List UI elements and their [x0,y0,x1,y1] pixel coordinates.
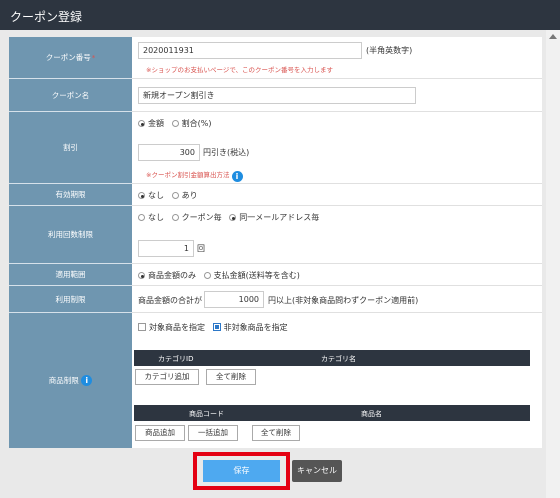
coupon-name-label: クーポン名 [9,79,132,112]
category-name-header: カテゴリ名 [321,355,356,363]
coupon-code-note: (半角英数字) [366,46,413,55]
discount-cell: 金額 割合(%) 300 円引き(税込) ※クーポン割引金額算出方法 i [132,112,542,184]
scope-product-radio[interactable]: 商品金額のみ [138,271,196,280]
product-bulk-add-button[interactable]: 一括追加 [188,425,238,441]
coupon-name-cell: 新規オープン割引き [132,79,542,112]
expiry-cell: なし あり [132,184,542,206]
usage-limit-cell: なし クーポン毎 同一メールアドレス毎 1 回 [132,206,542,264]
category-delete-all-button[interactable]: 全て削除 [206,369,256,385]
coupon-code-label: クーポン番号 * [9,37,132,79]
usage-limit-label: 利用回数制限 [9,206,132,264]
scroll-up-icon[interactable] [549,34,557,39]
product-limit-cell: 対象商品を指定 非対象商品を指定 カテゴリID カテゴリ名 カテゴリ追加 全て削… [132,313,542,448]
product-table-header: 商品コード 商品名 [134,405,530,421]
info-icon[interactable]: i [231,171,243,182]
condition-cell: 商品金額の合計が 1000 円以上(非対象商品問わずクーポン適用前) [132,286,542,313]
coupon-name-input[interactable]: 新規オープン割引き [138,87,416,104]
usage-per-email-radio[interactable]: 同一メールアドレス毎 [229,213,319,222]
coupon-form: クーポン番号 * 2020011931 (半角英数字) ※ショップのお支払いページ… [9,37,542,448]
coupon-code-hint: ※ショップのお支払いページで、このクーポン番号を入力します [146,66,334,74]
discount-label: 割引 [9,112,132,184]
usage-limit-input[interactable]: 1 [138,240,194,257]
category-table-header: カテゴリID カテゴリ名 [134,350,530,366]
scope-radios: 商品金額のみ 支払金額(送料等を含む) [138,270,300,281]
info-icon[interactable]: i [81,375,93,386]
discount-unit: 円引き(税込) [203,148,250,157]
condition-amount-input[interactable]: 1000 [204,291,264,308]
discount-type-radios: 金額 割合(%) [138,118,211,129]
condition-label: 利用制限 [9,286,132,313]
usage-limit-unit: 回 [197,244,205,253]
cancel-button[interactable]: キャンセル [292,460,342,482]
expiry-radios: なし あり [138,190,198,201]
product-limit-checkboxes: 対象商品を指定 非対象商品を指定 [138,322,288,333]
scope-label: 適用範囲 [9,264,132,286]
scrollbar[interactable] [546,30,560,498]
product-delete-all-button[interactable]: 全て削除 [252,425,300,441]
product-limit-label: 商品制限 i [9,313,132,448]
coupon-code-cell: 2020011931 (半角英数字) ※ショップのお支払いページで、このクーポン… [132,37,542,79]
usage-per-coupon-radio[interactable]: クーポン毎 [171,213,222,222]
expiry-yes-radio[interactable]: あり [171,191,198,200]
product-code-header: 商品コード [189,410,224,418]
page-title: クーポン登録 [10,10,83,24]
scope-cell: 商品金額のみ 支払金額(送料等を含む) [132,264,542,286]
category-id-header: カテゴリID [158,355,194,363]
expiry-label: 有効期限 [9,184,132,206]
condition-prefix: 商品金額の合計が [138,296,202,305]
discount-method-link[interactable]: ※クーポン割引金額算出方法 i [146,169,243,182]
target-products-checkbox[interactable]: 対象商品を指定 [138,323,205,332]
condition-suffix: 円以上(非対象商品問わずクーポン適用前) [268,296,419,305]
scope-payment-radio[interactable]: 支払金額(送料等を含む) [203,271,300,280]
discount-rate-radio[interactable]: 割合(%) [171,119,211,128]
product-name-header: 商品名 [361,410,382,418]
usage-limit-radios: なし クーポン毎 同一メールアドレス毎 [138,212,319,223]
discount-value-input[interactable]: 300 [138,144,200,161]
exclude-products-checkbox[interactable]: 非対象商品を指定 [212,323,288,332]
category-add-button[interactable]: カテゴリ追加 [135,369,199,385]
usage-none-radio[interactable]: なし [138,213,164,222]
coupon-code-input[interactable]: 2020011931 [138,42,362,59]
title-bar: クーポン登録 [0,0,560,30]
expiry-none-radio[interactable]: なし [138,191,164,200]
discount-amount-radio[interactable]: 金額 [138,119,164,128]
required-mark: * [91,53,96,62]
product-add-button[interactable]: 商品追加 [135,425,185,441]
highlight-box [193,452,290,490]
